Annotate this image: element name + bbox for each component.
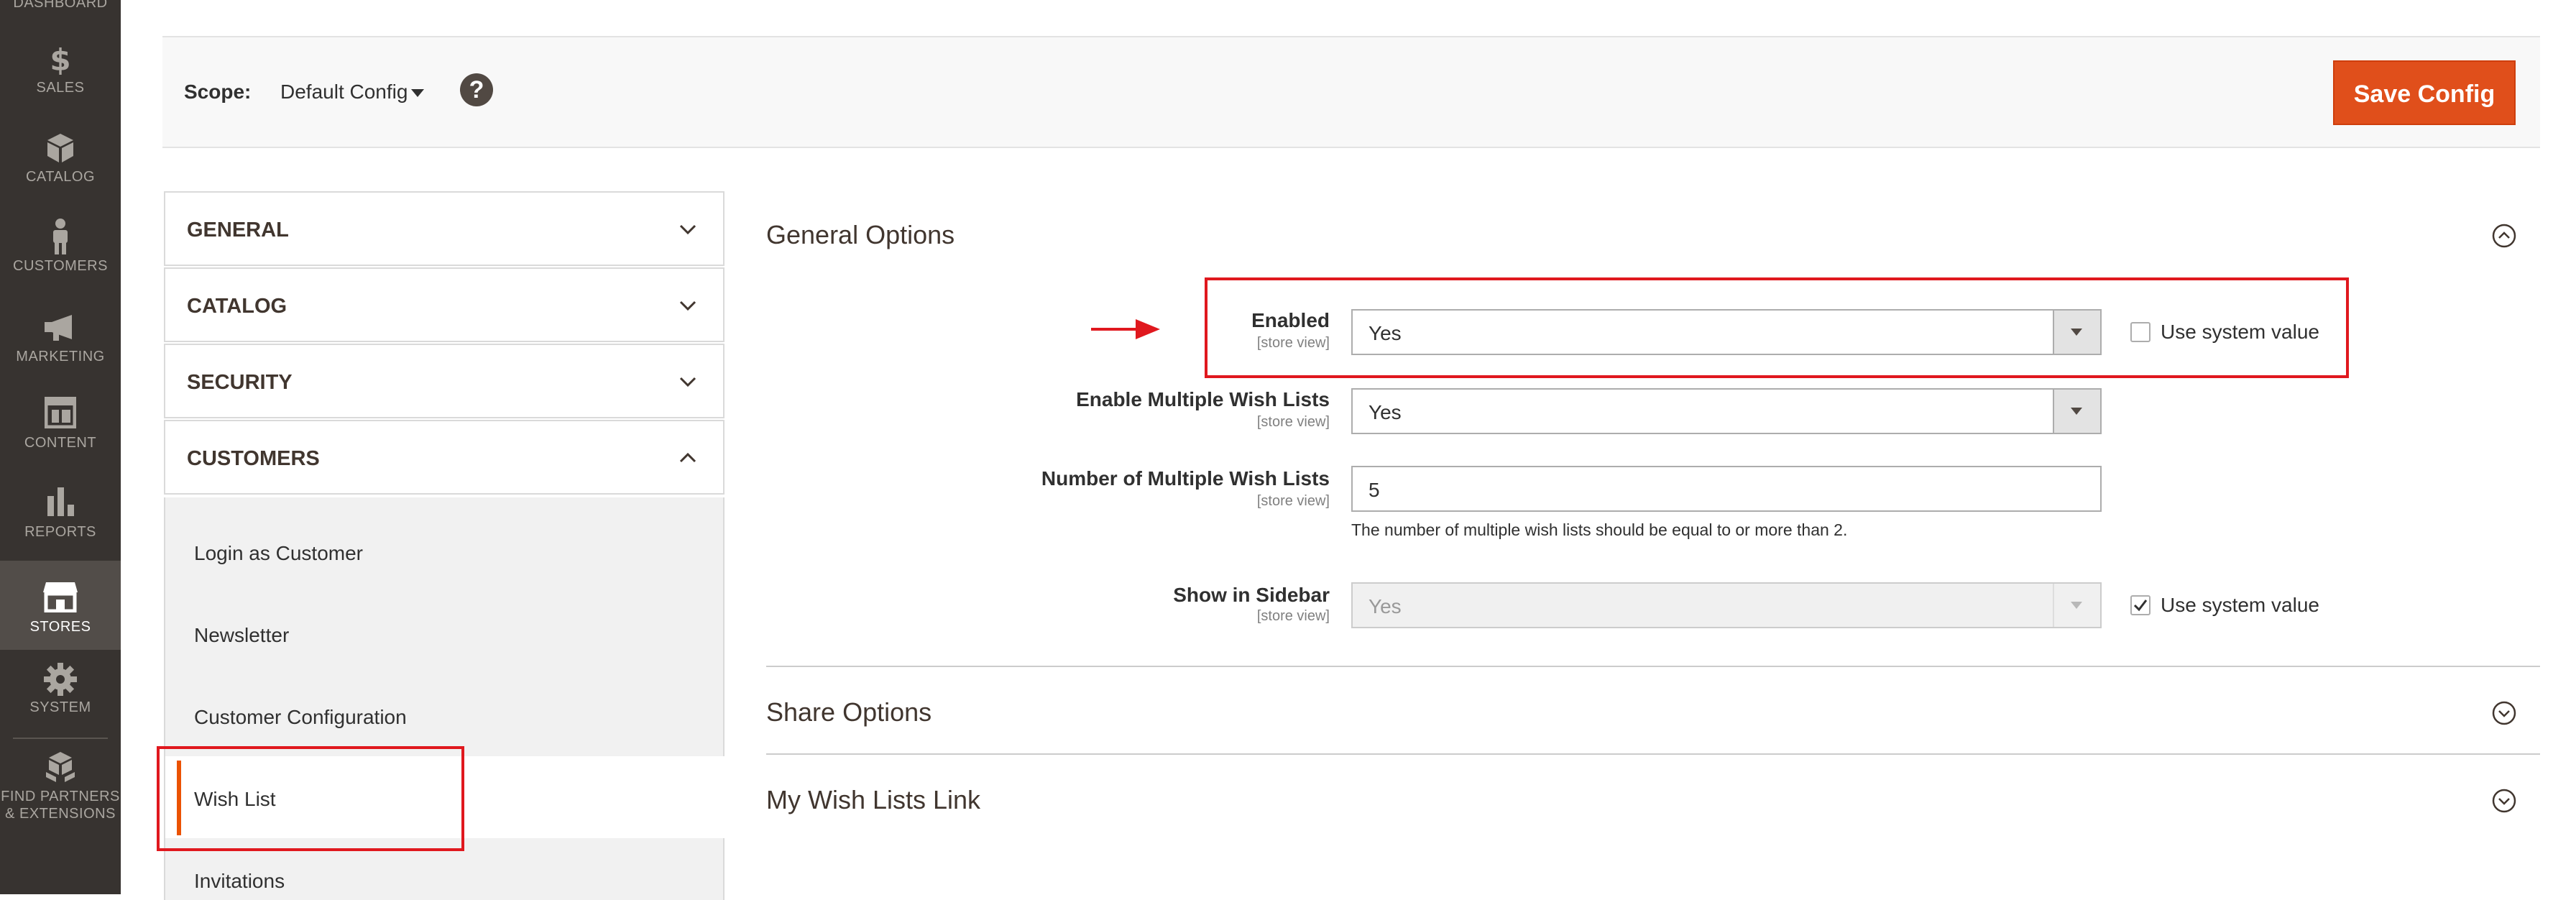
section-title-share-options[interactable]: Share Options xyxy=(766,697,932,727)
field-note: The number of multiple wish lists should… xyxy=(1351,520,1848,539)
scope-switcher[interactable]: Default Config xyxy=(280,81,408,104)
nav-item-system[interactable]: SYSTEM xyxy=(0,663,121,727)
admin-nav: DASHBOARD $ SALES CATALOG CUSTOMERS MARK… xyxy=(0,0,121,894)
checkbox-label: Use system value xyxy=(2161,594,2319,616)
chevron-up-icon xyxy=(679,452,696,463)
field-label-number-of-wish-lists: Number of Multiple Wish Lists xyxy=(1041,467,1330,490)
megaphone-icon xyxy=(43,313,78,342)
highlight-box-wish-list xyxy=(157,746,464,851)
input-number-of-wish-lists[interactable]: 5 xyxy=(1351,466,2102,512)
dropdown-button[interactable] xyxy=(2053,390,2100,433)
nav-label: FIND PARTNERS xyxy=(1,789,120,804)
field-scope-number-of-wish-lists: [store view] xyxy=(1256,493,1330,509)
cubes-icon xyxy=(43,750,78,784)
section-divider xyxy=(766,753,2540,755)
select-value: Yes xyxy=(1368,595,1402,617)
section-title-my-wish-lists-link[interactable]: My Wish Lists Link xyxy=(766,785,980,815)
checkbox-use-system-sidebar[interactable] xyxy=(2130,595,2150,615)
field-label-show-in-sidebar: Show in Sidebar xyxy=(1173,584,1330,606)
tab-catalog[interactable]: CATALOG xyxy=(164,267,724,342)
nav-label: CUSTOMERS xyxy=(13,258,108,274)
gear-icon xyxy=(44,663,77,696)
collapse-circle-icon[interactable] xyxy=(2491,223,2517,249)
section-divider xyxy=(766,666,2540,667)
nav-divider xyxy=(13,738,108,739)
highlight-box-enabled xyxy=(1205,277,2349,378)
help-icon[interactable]: ? xyxy=(460,73,493,106)
submenu-item-newsletter[interactable]: Newsletter xyxy=(194,624,289,647)
nav-item-reports[interactable]: REPORTS xyxy=(0,486,121,551)
tab-title: CATALOG xyxy=(187,295,288,318)
caret-down-icon xyxy=(2071,408,2082,415)
nav-label: SALES xyxy=(36,80,85,96)
tab-title: CUSTOMERS xyxy=(187,447,320,470)
submenu-item-login-as-customer[interactable]: Login as Customer xyxy=(194,542,363,565)
layout-icon xyxy=(44,396,77,429)
nav-item-stores[interactable]: STORES xyxy=(0,561,121,650)
nav-item-customers[interactable]: CUSTOMERS xyxy=(0,219,121,283)
storefront-icon xyxy=(42,581,79,613)
nav-item-marketing[interactable]: MARKETING xyxy=(0,313,121,374)
field-label-multiple-wish-lists: Enable Multiple Wish Lists xyxy=(1076,388,1330,410)
page-actions-bar xyxy=(162,37,2540,148)
nav-label: STORES xyxy=(29,619,91,635)
tab-general[interactable]: GENERAL xyxy=(164,191,724,266)
field-scope-show-in-sidebar: [store view] xyxy=(1256,608,1330,624)
nav-label: SYSTEM xyxy=(29,699,91,715)
nav-label: & EXTENSIONS xyxy=(5,806,116,822)
select-value: Yes xyxy=(1368,401,1402,423)
chevron-down-icon xyxy=(679,377,696,387)
expand-circle-icon[interactable] xyxy=(2491,700,2517,726)
nav-label: CATALOG xyxy=(25,169,96,185)
checkmark-icon xyxy=(2133,600,2148,612)
caret-down-icon[interactable] xyxy=(411,89,424,97)
tab-customers[interactable]: CUSTOMERS xyxy=(164,420,724,495)
nav-item-partners[interactable]: FIND PARTNERS & EXTENSIONS xyxy=(0,750,121,830)
svg-text:$: $ xyxy=(50,43,70,75)
tab-security[interactable]: SECURITY xyxy=(164,344,724,418)
nav-label: CONTENT xyxy=(24,435,97,451)
person-icon xyxy=(50,219,71,254)
caret-down-icon xyxy=(2071,602,2082,609)
scope-label: Scope: xyxy=(184,81,252,103)
select-multiple-wish-lists[interactable]: Yes xyxy=(1351,388,2102,434)
chevron-down-icon xyxy=(679,224,696,235)
select-show-in-sidebar: Yes xyxy=(1351,582,2102,628)
nav-item-catalog[interactable]: CATALOG xyxy=(0,132,121,197)
box-icon xyxy=(46,132,75,164)
submenu-item-invitations[interactable]: Invitations xyxy=(194,870,285,893)
nav-item-sales[interactable]: $ SALES xyxy=(0,42,121,108)
nav-item-dashboard[interactable]: DASHBOARD xyxy=(0,0,121,14)
dollar-icon: $ xyxy=(47,42,73,78)
nav-label: DASHBOARD xyxy=(13,0,108,11)
dropdown-button xyxy=(2053,584,2100,627)
expand-circle-icon[interactable] xyxy=(2491,788,2517,814)
nav-item-content[interactable]: CONTENT xyxy=(0,396,121,462)
field-scope-multiple-wish-lists: [store view] xyxy=(1256,414,1330,430)
section-title-general-options[interactable]: General Options xyxy=(766,220,954,250)
nav-label: REPORTS xyxy=(24,524,96,540)
tab-title: SECURITY xyxy=(187,371,293,394)
nav-label: MARKETING xyxy=(16,349,105,364)
tab-title: GENERAL xyxy=(187,219,289,242)
submenu-item-customer-configuration[interactable]: Customer Configuration xyxy=(194,706,407,729)
save-config-button[interactable]: Save Config xyxy=(2333,60,2516,125)
input-value: 5 xyxy=(1368,479,1380,501)
bar-chart-icon xyxy=(45,486,76,518)
chevron-down-icon xyxy=(679,300,696,311)
